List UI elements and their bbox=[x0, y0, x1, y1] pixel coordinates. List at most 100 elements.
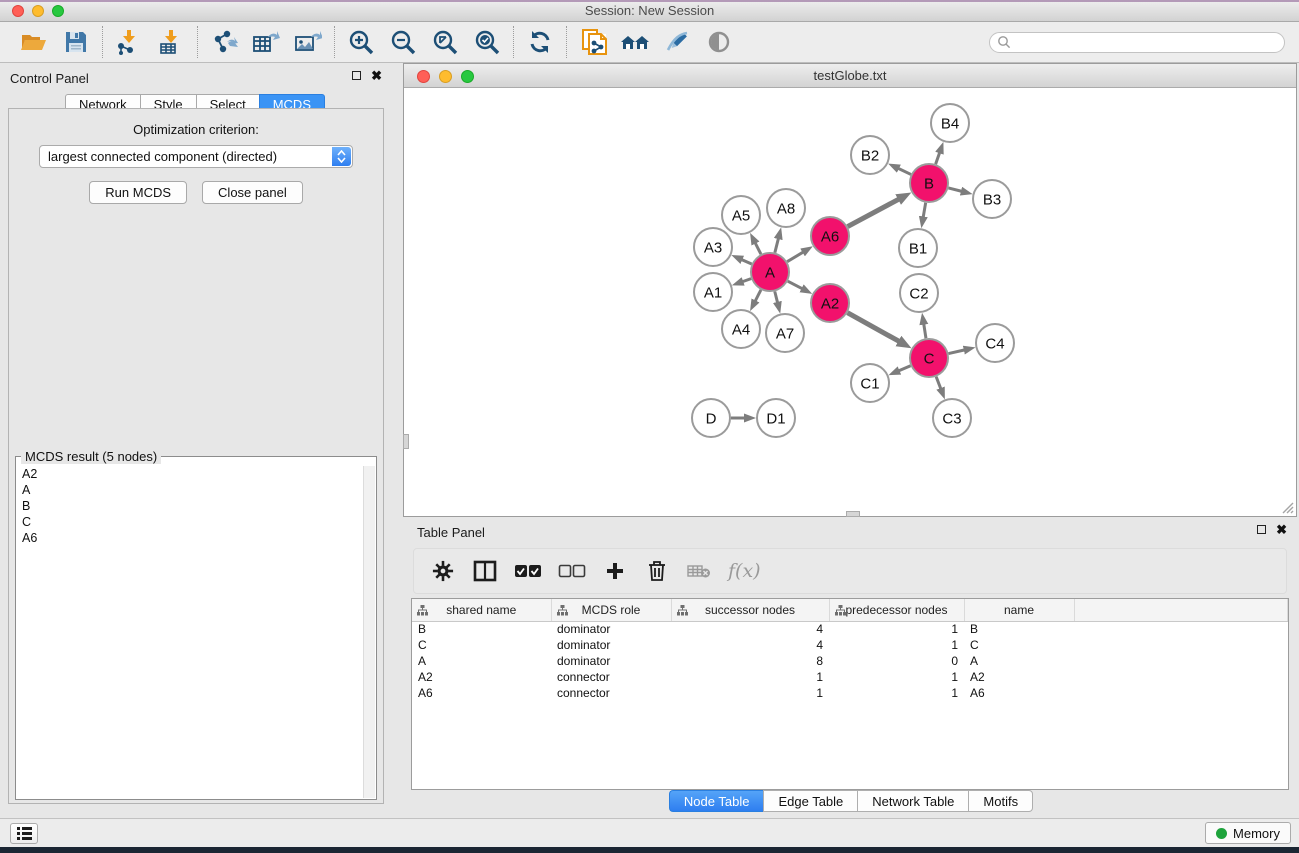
table-cell[interactable]: A6 bbox=[412, 685, 551, 701]
table-cell[interactable]: dominator bbox=[551, 653, 671, 669]
graph-node-A[interactable]: A bbox=[751, 253, 789, 291]
graph-edge-A-A4[interactable] bbox=[755, 290, 761, 302]
table-cell[interactable]: 1 bbox=[829, 637, 964, 653]
apply-layout-button[interactable] bbox=[524, 26, 556, 58]
graph-edge-A-A6[interactable] bbox=[787, 252, 803, 262]
graph-node-D[interactable]: D bbox=[692, 399, 730, 437]
show-log-button[interactable] bbox=[10, 823, 38, 844]
function-builder-button[interactable]: f(x) bbox=[728, 556, 761, 586]
memory-button[interactable]: Memory bbox=[1205, 822, 1291, 844]
graph-edge-A-A2[interactable] bbox=[788, 281, 803, 289]
zoom-selected-button[interactable] bbox=[471, 26, 503, 58]
graph-edge-B-B2[interactable] bbox=[898, 168, 911, 174]
mcds-result-item[interactable]: A bbox=[17, 482, 363, 498]
table-cell[interactable]: C bbox=[964, 637, 1074, 653]
delete-columns-button[interactable] bbox=[644, 556, 670, 586]
column-header[interactable]: shared name bbox=[412, 599, 551, 621]
graph-node-A6[interactable]: A6 bbox=[811, 217, 849, 255]
tab-edge-table[interactable]: Edge Table bbox=[763, 790, 857, 812]
graph-node-B4[interactable]: B4 bbox=[931, 104, 969, 142]
graph-edge-B-B1[interactable] bbox=[923, 203, 925, 218]
table-cell[interactable]: 1 bbox=[671, 669, 829, 685]
splitter-handle[interactable] bbox=[846, 511, 860, 517]
table-cell[interactable]: 4 bbox=[671, 621, 829, 637]
graph-edge-A2-C[interactable] bbox=[847, 313, 899, 342]
graph-node-C[interactable]: C bbox=[910, 339, 948, 377]
graph-node-A1[interactable]: A1 bbox=[694, 273, 732, 311]
column-header[interactable]: predecessor nodes bbox=[829, 599, 964, 621]
import-table-button[interactable] bbox=[155, 26, 187, 58]
new-network-from-selection-button[interactable] bbox=[577, 26, 609, 58]
table-cell[interactable]: A bbox=[412, 653, 551, 669]
graph-node-C3[interactable]: C3 bbox=[933, 399, 971, 437]
float-panel-icon[interactable] bbox=[352, 71, 361, 80]
graph-node-A7[interactable]: A7 bbox=[766, 314, 804, 352]
mcds-result-item[interactable]: A6 bbox=[17, 530, 363, 546]
first-neighbors-button[interactable] bbox=[619, 26, 651, 58]
graph-node-A3[interactable]: A3 bbox=[694, 228, 732, 266]
graph-edge-A6-B[interactable] bbox=[848, 199, 899, 227]
table-cell[interactable]: 1 bbox=[829, 621, 964, 637]
table-header-row[interactable]: shared nameMCDS rolesuccessor nodesprede… bbox=[412, 599, 1288, 621]
splitter-handle[interactable] bbox=[403, 434, 409, 449]
graph-edge-A-A5[interactable] bbox=[755, 243, 761, 255]
graph-edge-A-A7[interactable] bbox=[775, 291, 778, 302]
mcds-result-item[interactable]: B bbox=[17, 498, 363, 514]
table-cell[interactable]: A2 bbox=[412, 669, 551, 685]
open-file-button[interactable] bbox=[18, 26, 50, 58]
float-panel-icon[interactable] bbox=[1257, 525, 1266, 534]
deselect-all-rows-button[interactable] bbox=[558, 556, 586, 586]
tab-network-table[interactable]: Network Table bbox=[857, 790, 968, 812]
table-cell[interactable]: 1 bbox=[829, 669, 964, 685]
graph-node-B2[interactable]: B2 bbox=[851, 136, 889, 174]
table-cell[interactable]: dominator bbox=[551, 621, 671, 637]
mcds-result-list[interactable]: A2ABCA6 bbox=[17, 466, 363, 798]
network-graph[interactable]: AA1A2A3A4A5A6A7A8BB1B2B3B4CC1C2C3C4DD1 bbox=[404, 88, 1296, 516]
column-header[interactable]: MCDS role bbox=[551, 599, 671, 621]
graph-node-C4[interactable]: C4 bbox=[976, 324, 1014, 362]
show-column-panel-button[interactable] bbox=[472, 556, 498, 586]
table-cell[interactable]: 0 bbox=[829, 653, 964, 669]
column-header[interactable]: name bbox=[964, 599, 1074, 621]
zoom-out-button[interactable] bbox=[387, 26, 419, 58]
graph-node-A5[interactable]: A5 bbox=[722, 196, 760, 234]
result-list-scrollbar[interactable] bbox=[363, 466, 375, 798]
export-table-button[interactable] bbox=[250, 26, 282, 58]
table-cell[interactable]: B bbox=[964, 621, 1074, 637]
table-cell[interactable]: A bbox=[964, 653, 1074, 669]
delete-table-button[interactable] bbox=[686, 556, 712, 586]
table-row[interactable]: A6connector11A6 bbox=[412, 685, 1288, 701]
table-cell[interactable]: A6 bbox=[964, 685, 1074, 701]
table-cell[interactable]: dominator bbox=[551, 637, 671, 653]
table-cell[interactable]: 8 bbox=[671, 653, 829, 669]
graph-edge-C-C1[interactable] bbox=[899, 366, 911, 371]
mcds-result-item[interactable]: A2 bbox=[17, 466, 363, 482]
table-settings-button[interactable] bbox=[430, 556, 456, 586]
close-panel-icon[interactable]: ✖ bbox=[371, 71, 382, 80]
tab-node-table[interactable]: Node Table bbox=[669, 790, 764, 812]
run-mcds-button[interactable]: Run MCDS bbox=[89, 181, 187, 204]
column-header[interactable]: successor nodes bbox=[671, 599, 829, 621]
table-cell[interactable]: 4 bbox=[671, 637, 829, 653]
export-image-button[interactable] bbox=[292, 26, 324, 58]
search-box[interactable] bbox=[989, 32, 1285, 53]
export-network-button[interactable] bbox=[208, 26, 240, 58]
hide-labels-button[interactable] bbox=[661, 26, 693, 58]
graph-node-B3[interactable]: B3 bbox=[973, 180, 1011, 218]
table-row[interactable]: Adominator80A bbox=[412, 653, 1288, 669]
graph-node-A8[interactable]: A8 bbox=[767, 189, 805, 227]
mcds-result-item[interactable]: C bbox=[17, 514, 363, 530]
search-input[interactable] bbox=[1011, 35, 1271, 49]
criterion-dropdown[interactable]: largest connected component (directed) bbox=[39, 145, 353, 168]
graph-node-A4[interactable]: A4 bbox=[722, 310, 760, 348]
close-panel-icon[interactable]: ✖ bbox=[1276, 525, 1287, 534]
graph-node-C2[interactable]: C2 bbox=[900, 274, 938, 312]
table-cell[interactable]: connector bbox=[551, 669, 671, 685]
table-cell[interactable]: 1 bbox=[671, 685, 829, 701]
create-new-column-button[interactable] bbox=[602, 556, 628, 586]
zoom-fit-button[interactable] bbox=[429, 26, 461, 58]
select-all-rows-button[interactable] bbox=[514, 556, 542, 586]
graph-edge-A-A1[interactable] bbox=[742, 279, 751, 282]
resize-grip-icon[interactable] bbox=[1280, 500, 1294, 514]
graph-node-B[interactable]: B bbox=[910, 164, 948, 202]
